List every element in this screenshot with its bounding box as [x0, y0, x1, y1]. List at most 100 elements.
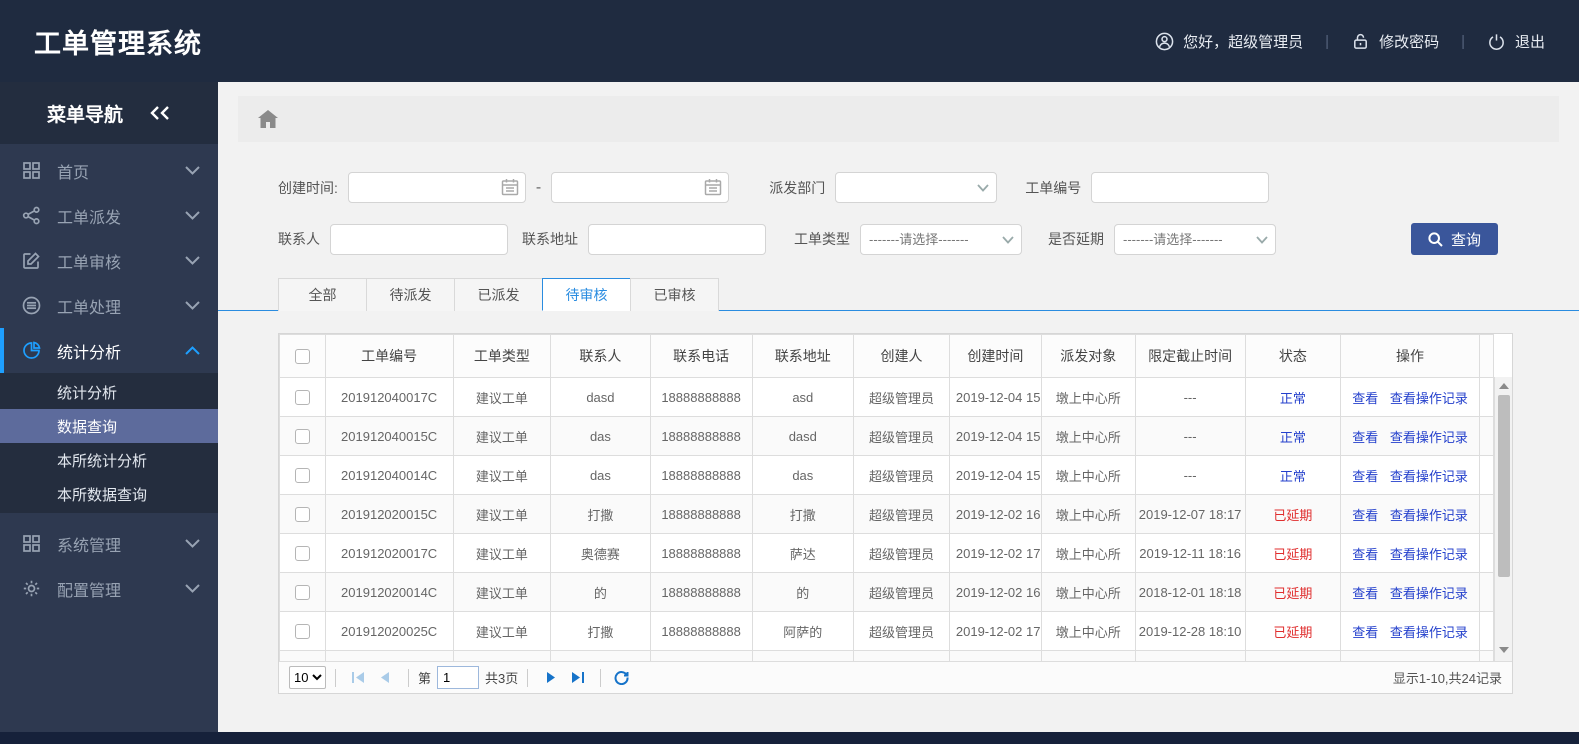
last-page-icon[interactable] [570, 671, 585, 684]
tab-reviewed[interactable]: 已审核 [630, 278, 719, 311]
order-type-select[interactable]: -------请选择------- [860, 223, 1022, 255]
view-link[interactable]: 查看 [1352, 508, 1378, 523]
next-page-icon[interactable] [543, 671, 558, 684]
view-log-link[interactable]: 查看操作记录 [1390, 391, 1468, 406]
table-row[interactable]: 201912020025C 建议工单 打撒 18888888888 阿萨的 超级… [279, 611, 1495, 651]
sidebar-item-local-statistics[interactable]: 本所统计分析 [0, 443, 218, 477]
row-checkbox[interactable] [294, 390, 310, 406]
collapse-sidebar-icon[interactable] [149, 105, 171, 121]
cell-address: asd [751, 377, 855, 417]
table-row[interactable]: 201912040017C 建议工单 dasd 18888888888 asd … [279, 377, 1495, 417]
view-link[interactable]: 查看 [1352, 469, 1378, 484]
header-separator: | [1325, 32, 1330, 50]
sidebar-item-review[interactable]: 工单审核 [0, 238, 218, 283]
table-header-row: 工单编号 工单类型 联系人 联系电话 联系地址 创建人 创建时间 派发对象 限定… [279, 334, 1495, 378]
cell-spacer [1478, 611, 1495, 651]
view-log-link[interactable]: 查看操作记录 [1390, 625, 1468, 640]
select-all-checkbox[interactable] [294, 349, 310, 365]
view-log-link[interactable]: 查看操作记录 [1390, 547, 1468, 562]
contact-input[interactable] [330, 223, 508, 255]
header-separator: | [1461, 32, 1465, 50]
table-row[interactable]: 201912020015C 建议工单 打撒 18888888888 打撒 超级管… [279, 494, 1495, 534]
calendar-icon[interactable] [501, 178, 519, 196]
refresh-icon[interactable] [614, 670, 629, 685]
cell-spacer [1478, 416, 1495, 456]
tab-dispatched[interactable]: 已派发 [454, 278, 543, 311]
view-link[interactable]: 查看 [1352, 547, 1378, 562]
current-page-input[interactable] [437, 666, 480, 689]
view-log-link[interactable]: 查看操作记录 [1390, 469, 1468, 484]
cell-order-type: 建议工单 [452, 494, 552, 534]
view-link[interactable]: 查看 [1352, 586, 1378, 601]
cell-creator: 超级管理员 [853, 533, 950, 573]
search-button[interactable]: 查询 [1410, 223, 1498, 255]
sidebar-item-system[interactable]: 系统管理 [0, 521, 218, 566]
table-row[interactable]: 201912020017C 建议工单 奥德赛 18888888888 萨达 超级… [279, 533, 1495, 573]
cell-contact: 打撒 [550, 494, 651, 534]
view-log-link[interactable]: 查看操作记录 [1390, 586, 1468, 601]
sidebar-item-label: 工单派发 [57, 209, 122, 227]
cell-order-no: 201912020015C [324, 494, 454, 534]
cell-dispatch-target: 墩上中心所 [1040, 533, 1136, 573]
home-icon[interactable] [258, 110, 278, 128]
table-row[interactable]: 201912040015C 建议工单 das 18888888888 dasd … [279, 416, 1495, 456]
table-row[interactable]: 201912020014C 建议工单 的 18888888888 的 超级管理员… [279, 572, 1495, 612]
chevron-down-icon [185, 539, 200, 548]
first-page-icon[interactable] [351, 671, 366, 684]
cell-actions: 查看 查看操作记录 [1340, 416, 1480, 456]
table-row[interactable]: 201912040014C 建议工单 das 18888888888 das 超… [279, 455, 1495, 495]
view-link[interactable]: 查看 [1352, 625, 1378, 640]
sidebar-item-statistics[interactable]: 统计分析 [0, 328, 218, 373]
address-input[interactable] [588, 223, 766, 255]
row-checkbox[interactable] [294, 468, 310, 484]
view-link[interactable]: 查看 [1352, 391, 1378, 406]
delay-select[interactable]: -------请选择------- [1114, 223, 1276, 255]
scrollbar-thumb[interactable] [1497, 395, 1510, 577]
page-size-select[interactable]: 10 [289, 666, 326, 689]
scroll-down-icon[interactable] [1498, 647, 1509, 653]
create-time-end-input[interactable] [551, 172, 730, 203]
header-user-area: 您好，超级管理员 | 修改密码 | 退出 [1155, 31, 1545, 52]
filter-form: 创建时间: - 派发部门 工单编号 联系人 联系地址 工单类型 -------请… [218, 142, 1579, 255]
row-checkbox[interactable] [294, 585, 310, 601]
scroll-up-icon[interactable] [1498, 383, 1509, 389]
sidebar-item-home[interactable]: 首页 [0, 148, 218, 193]
calendar-icon[interactable] [704, 178, 722, 196]
row-checkbox[interactable] [294, 507, 310, 523]
tab-all[interactable]: 全部 [278, 278, 367, 311]
sidebar-item-data-query[interactable]: 数据查询 [0, 409, 218, 443]
sidebar: 菜单导航 首页 工单派发 工单审核 工单处理 统计分析 统计分析 数据查询 本所… [0, 82, 218, 732]
create-time-start-input[interactable] [347, 172, 526, 203]
logout-button[interactable]: 退出 [1487, 31, 1545, 52]
view-log-link[interactable]: 查看操作记录 [1390, 508, 1468, 523]
cell-deadline: 2019-12-28 18:10 [1134, 611, 1246, 651]
row-checkbox[interactable] [294, 624, 310, 640]
sidebar-item-statistics-analysis[interactable]: 统计分析 [0, 375, 218, 409]
table-row[interactable] [279, 650, 1495, 661]
view-link[interactable]: 查看 [1352, 430, 1378, 445]
sidebar-item-process[interactable]: 工单处理 [0, 283, 218, 328]
view-log-link[interactable]: 查看操作记录 [1390, 430, 1468, 445]
prev-page-icon[interactable] [378, 671, 393, 684]
sidebar-item-dispatch[interactable]: 工单派发 [0, 193, 218, 238]
order-no-label: 工单编号 [1025, 179, 1082, 196]
sidebar-item-local-data-query[interactable]: 本所数据查询 [0, 477, 218, 511]
user-greeting[interactable]: 您好，超级管理员 [1155, 31, 1303, 52]
order-no-input[interactable] [1091, 172, 1270, 203]
logout-label: 退出 [1514, 33, 1545, 51]
sidebar-item-config[interactable]: 配置管理 [0, 566, 218, 611]
status-badge [1244, 650, 1342, 661]
change-password-button[interactable]: 修改密码 [1351, 31, 1439, 52]
main-content: 创建时间: - 派发部门 工单编号 联系人 联系地址 工单类型 -------请… [218, 82, 1579, 732]
row-checkbox[interactable] [294, 546, 310, 562]
cell-contact: 奥德赛 [550, 533, 651, 573]
cell-phone: 18888888888 [649, 572, 753, 612]
sidebar-item-label: 首页 [57, 164, 90, 182]
cell-address: 阿萨的 [751, 611, 855, 651]
dispatch-dept-select[interactable] [835, 172, 998, 203]
cell-address: das [751, 455, 855, 495]
row-checkbox[interactable] [294, 429, 310, 445]
tab-pending-dispatch[interactable]: 待派发 [366, 278, 455, 311]
tab-pending-review[interactable]: 待审核 [542, 278, 631, 311]
table-scrollbar[interactable] [1494, 377, 1512, 661]
